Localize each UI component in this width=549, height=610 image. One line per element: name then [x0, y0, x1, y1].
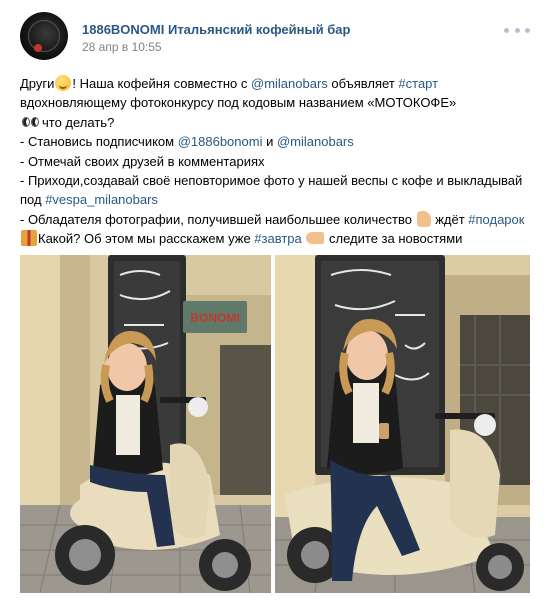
- photo-1[interactable]: BONOMI: [20, 255, 271, 593]
- text-fragment: Други: [20, 76, 55, 91]
- post-text: Други ! Наша кофейня совместно с @milanob…: [20, 74, 535, 249]
- text-line-3: что делать?: [20, 113, 535, 132]
- mention-milanobars-link[interactable]: @milanobars: [251, 76, 328, 91]
- eyes-emoji: [21, 114, 41, 130]
- hashtag-start-link[interactable]: #старт: [398, 76, 438, 91]
- text-fragment: Какой? Об этом мы расскажем уже: [38, 231, 255, 247]
- text-line-1: Други ! Наша кофейня совместно с @milanob…: [20, 74, 535, 93]
- photo-attachments: BONOMI: [20, 255, 530, 593]
- thumbs-up-emoji: [416, 210, 431, 227]
- bonomi-sign-text: BONOMI: [190, 311, 239, 325]
- avatar-logo-ring: [28, 20, 60, 52]
- text-fragment: что делать?: [42, 114, 115, 130]
- text-line-2: вдохновляющему фотоконкурсу под кодовым …: [20, 95, 457, 111]
- more-icon[interactable]: [504, 21, 530, 39]
- post-date-link[interactable]: 28 апр в 10:55: [82, 40, 162, 54]
- gift-emoji: [21, 230, 37, 247]
- text-fragment: следите за новостями: [325, 231, 463, 247]
- mention-1886bonomi-link[interactable]: @1886bonomi: [178, 134, 263, 149]
- text-fragment: - Обладателя фотографии, получившей наиб…: [20, 211, 416, 227]
- text-line-7: под #vespa_milanobars: [20, 190, 535, 209]
- photo-2-image: [275, 255, 530, 593]
- photo-1-image: BONOMI: [20, 255, 271, 593]
- mention-milanobars-link[interactable]: @milanobars: [277, 134, 354, 149]
- text-line-9: Какой? Об этом мы расскажем уже #завтра …: [20, 229, 535, 248]
- hashtag-tomorrow-link[interactable]: #завтра: [254, 231, 301, 246]
- text-line-6: - Приходи,создавай своё неповторимое фот…: [20, 172, 523, 188]
- text-line-8: - Обладателя фотографии, получившей наиб…: [20, 210, 535, 229]
- post-header: 1886BONOMI Итальянский кофейный бар 28 а…: [20, 12, 530, 62]
- text-fragment: под: [20, 192, 46, 208]
- hashtag-vespa-link[interactable]: #vespa_milanobars: [45, 192, 158, 207]
- text-fragment: - Становись подписчиком: [20, 134, 178, 150]
- author-name-link[interactable]: 1886BONOMI Итальянский кофейный бар: [82, 22, 350, 37]
- pointing-right-emoji: [306, 232, 325, 245]
- text-fragment: ! Наша кофейня совместно с: [72, 76, 251, 91]
- hashtag-gift-link[interactable]: #подарок: [468, 212, 524, 227]
- wall-post: 1886BONOMI Итальянский кофейный бар 28 а…: [0, 0, 549, 610]
- text-line-5: - Отмечай своих друзей в комментариях: [20, 153, 265, 169]
- text-fragment: объявляет: [327, 76, 399, 91]
- text-fragment: и: [262, 134, 277, 150]
- photo-2[interactable]: [275, 255, 530, 593]
- author-avatar[interactable]: [20, 12, 68, 60]
- text-line-4: - Становись подписчиком @1886bonomi и @m…: [20, 132, 535, 151]
- text-fragment: ждёт: [431, 211, 469, 227]
- avatar-logo-dot: [34, 44, 42, 52]
- smile-emoji: [55, 75, 72, 91]
